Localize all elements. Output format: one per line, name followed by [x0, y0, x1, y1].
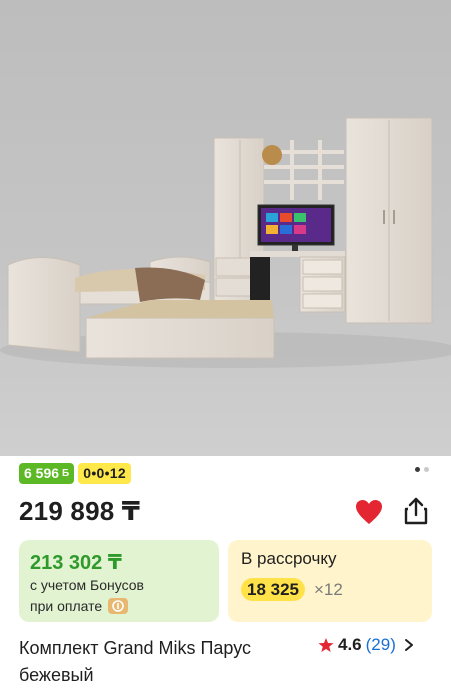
page-dot — [424, 467, 429, 472]
bonus-note: с учетом Бонусов — [30, 577, 144, 593]
bonus-price-card[interactable]: 213 302 ₸ с учетом Бонусов при оплате — [19, 540, 219, 622]
installment-months: ×12 — [314, 580, 343, 599]
promo-badges: 6 596 Б 0•0•12 — [19, 463, 131, 484]
bonus-currency-icon: Б — [62, 468, 70, 479]
product-title: Комплект Grand Miks Парус бежевый — [19, 638, 252, 685]
bonus-payment-label: при оплате — [30, 598, 103, 614]
installment-badge: 0•0•12 — [78, 463, 131, 484]
gallery-page-indicator — [415, 467, 429, 472]
installment-card[interactable]: В рассрочку 18 325 ×12 — [228, 540, 432, 622]
installment-title: В рассрочку — [241, 549, 337, 568]
reviews-count-link[interactable]: (29) — [366, 635, 396, 655]
rating-value: 4.6 — [338, 635, 362, 654]
kaspi-pay-icon — [108, 598, 129, 614]
bonus-price-value: 213 302 ₸ — [30, 552, 122, 574]
share-icon[interactable] — [401, 496, 431, 526]
installment-amount: 18 325 — [241, 578, 305, 601]
bonus-badge: 6 596 Б — [19, 463, 75, 484]
chevron-right-icon[interactable] — [404, 638, 414, 652]
page-dot-active — [415, 467, 420, 472]
bonus-payment-note: при оплате — [30, 598, 129, 614]
product-photo — [0, 0, 451, 456]
product-image-gallery[interactable] — [0, 0, 451, 456]
product-price: 219 898 ₸ — [19, 496, 141, 526]
star-icon — [318, 638, 334, 652]
heart-icon[interactable] — [354, 498, 384, 526]
bonus-badge-value: 6 596 — [24, 465, 60, 481]
product-rating[interactable]: 4.6 (29) — [318, 635, 414, 655]
